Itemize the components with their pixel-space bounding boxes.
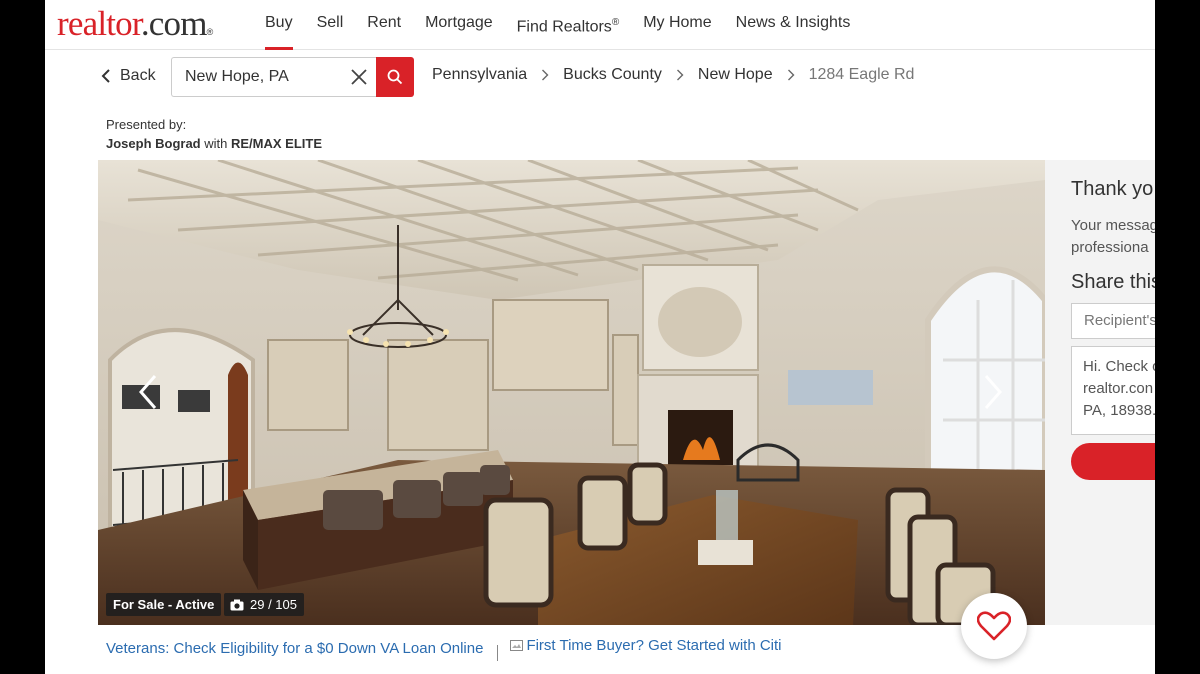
search-icon	[387, 69, 403, 85]
breadcrumb: Pennsylvania Bucks County New Hope 1284 …	[432, 66, 914, 84]
share-submit-button[interactable]	[1071, 443, 1155, 480]
share-heading: Share this	[1071, 271, 1155, 293]
previous-photo-arrow-icon[interactable]	[133, 372, 163, 412]
nav-items: Buy Sell Rent Mortgage Find Realtors® My…	[253, 0, 862, 50]
search-field	[171, 57, 377, 97]
citi-promo[interactable]: First Time Buyer? Get Started with Citi	[510, 637, 782, 654]
message-line: Your messag	[1071, 217, 1155, 234]
breadcrumb-address: 1284 Eagle Rd	[808, 66, 915, 83]
listing-photo[interactable]: For Sale - Active 29 / 105	[98, 160, 1045, 625]
logo-text-com: .com	[140, 4, 208, 43]
save-favorite-button[interactable]	[961, 593, 1027, 659]
breadcrumb-bucks-county[interactable]: Bucks County	[563, 66, 662, 84]
top-navigation: realtor.com® Buy Sell Rent Mortgage Find…	[45, 0, 1155, 50]
nav-find-realtors-label: Find Realtors	[516, 18, 612, 36]
contact-panel: Thank yo Your messag professiona Share t…	[1045, 160, 1155, 625]
nav-my-home[interactable]: My Home	[631, 0, 723, 50]
promo-links: Veterans: Check Eligibility for a $0 Dow…	[106, 637, 782, 661]
thank-you-heading: Thank yo	[1071, 178, 1154, 200]
nav-mortgage[interactable]: Mortgage	[413, 0, 505, 50]
camera-icon	[230, 599, 244, 610]
chevron-left-icon	[101, 69, 110, 83]
close-icon[interactable]	[349, 67, 369, 87]
share-message-textarea[interactable]: Hi. Check o realtor.con PA, 18938.	[1071, 346, 1155, 435]
nav-find-realtors[interactable]: Find Realtors®	[505, 0, 632, 50]
nav-rent[interactable]: Rent	[355, 0, 413, 50]
back-label: Back	[120, 67, 156, 84]
logo-text-realtor: realtor	[57, 4, 142, 43]
promo-divider	[497, 644, 499, 661]
next-photo-arrow-icon[interactable]	[978, 372, 1008, 412]
nav-news-insights[interactable]: News & Insights	[724, 0, 863, 50]
textarea-line: Hi. Check o	[1083, 358, 1155, 375]
chevron-right-icon	[787, 69, 795, 81]
presented-by: Presented by: Joseph Bograd with RE/MAX …	[106, 115, 322, 153]
nav-registered-mark: ®	[611, 17, 620, 28]
citi-first-time-buyer-link[interactable]: First Time Buyer? Get Started with Citi	[526, 637, 781, 654]
realtor-logo[interactable]: realtor.com®	[57, 4, 214, 44]
presented-by-agent-line: Joseph Bograd with RE/MAX ELITE	[106, 134, 322, 153]
brokerage-name: RE/MAX ELITE	[231, 136, 323, 151]
listing-status-badge: For Sale - Active	[106, 593, 222, 616]
logo-registered-mark: ®	[206, 27, 214, 37]
presented-by-label: Presented by:	[106, 117, 187, 132]
textarea-line: PA, 18938.	[1083, 402, 1155, 419]
nav-buy[interactable]: Buy	[253, 0, 305, 50]
photo-count-text: 29 / 105	[250, 597, 297, 612]
photo-count-badge[interactable]: 29 / 105	[224, 593, 304, 616]
presented-with: with	[204, 136, 228, 151]
chevron-right-icon	[676, 69, 684, 81]
search-button[interactable]	[376, 57, 414, 97]
recipient-email-input[interactable]: Recipient's	[1071, 303, 1155, 339]
agent-name[interactable]: Joseph Bograd	[106, 136, 201, 151]
ad-image-icon	[510, 640, 524, 651]
message-line: professiona	[1071, 239, 1149, 256]
heart-icon	[977, 611, 1011, 641]
va-loan-link[interactable]: Veterans: Check Eligibility for a $0 Dow…	[106, 640, 483, 657]
thank-you-message: Your messag professiona	[1071, 215, 1155, 259]
search-input[interactable]	[172, 58, 332, 96]
kitchen-photo-image	[98, 160, 1045, 625]
nav-sell[interactable]: Sell	[305, 0, 356, 50]
textarea-line: realtor.con	[1083, 380, 1154, 397]
breadcrumb-new-hope[interactable]: New Hope	[698, 66, 773, 84]
chevron-right-icon	[542, 69, 549, 81]
breadcrumb-pennsylvania[interactable]: Pennsylvania	[432, 66, 527, 84]
page-frame: realtor.com® Buy Sell Rent Mortgage Find…	[45, 0, 1155, 674]
back-button[interactable]: Back	[100, 64, 156, 88]
